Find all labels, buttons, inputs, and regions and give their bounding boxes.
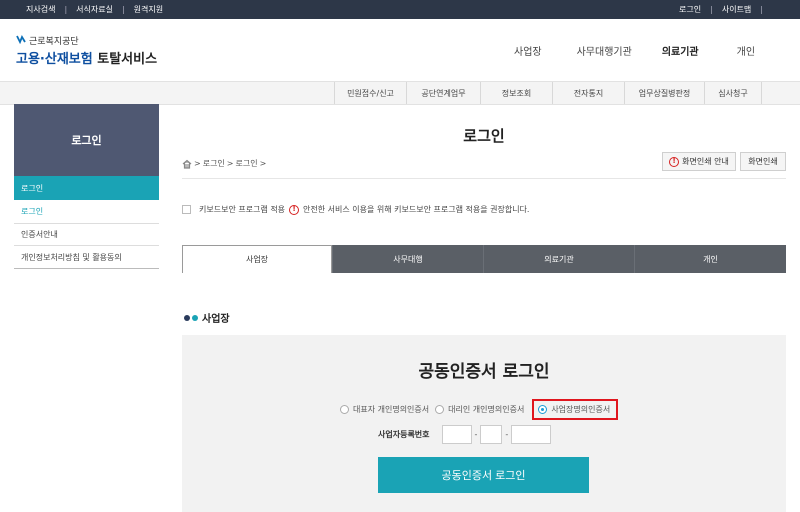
logo-service-part1: 고용·산재보험 xyxy=(16,52,93,67)
utility-link-remote-support[interactable]: 원격지원 xyxy=(134,4,163,15)
radio-icon[interactable] xyxy=(435,405,445,414)
print-button[interactable]: 화면인쇄 xyxy=(740,152,786,171)
warning-circle-icon: ! xyxy=(289,204,300,215)
sub-nav-linked-work[interactable]: 공단연계업무 xyxy=(406,82,480,104)
biz-number-row: 사업자등록번호 - - xyxy=(378,425,552,444)
logo-service-name: 고용·산재보험 토탈서비스 xyxy=(16,48,157,67)
biz-number-dash: - xyxy=(474,430,478,439)
section-title: 사업장 xyxy=(184,310,230,325)
separator: | xyxy=(760,5,763,14)
bullet-dots-icon xyxy=(184,314,198,321)
divider xyxy=(182,178,786,179)
logo-service-part2: 토탈서비스 xyxy=(97,52,158,67)
keyboard-security-row: 키보드보안 프로그램 적용 ! 안전한 서비스 이용을 위해 키보드보안 프로그… xyxy=(182,204,529,215)
breadcrumb-sep: > xyxy=(259,159,267,168)
biz-number-input-2[interactable] xyxy=(480,425,503,444)
cert-option-label: 대리인 개인명의인증서 xyxy=(448,405,525,414)
tab-business[interactable]: 사업장 xyxy=(182,245,332,273)
utility-link-forms[interactable]: 서식자료실 xyxy=(76,4,113,15)
utility-link-sitemap[interactable]: 사이트맵 xyxy=(722,4,751,15)
utility-bar: 지사검색 | 서식자료실 | 원격지원 로그인 | 사이트맵 | xyxy=(0,0,800,19)
sub-nav-civil-petition[interactable]: 민원접수/신고 xyxy=(334,82,406,104)
keyboard-security-label[interactable]: 키보드보안 프로그램 적용 xyxy=(199,204,285,215)
utility-links-right: 로그인 | 사이트맵 | xyxy=(679,0,772,19)
print-guide-label: 화면인쇄 안내 xyxy=(682,157,729,166)
print-guide-button[interactable]: ! 화면인쇄 안내 xyxy=(662,152,736,171)
cert-type-options: 대표자 개인명의인증서 대리인 개인명의인증서 사업장명의인증서 xyxy=(340,399,624,420)
breadcrumb: > 로그인 > 로그인 > xyxy=(182,158,266,169)
main-nav: 사업장 사무대행기관 의료기관 개인 xyxy=(480,19,755,81)
logo-org-row: 근로복지공단 xyxy=(16,34,157,47)
breadcrumb-item[interactable]: 로그인 xyxy=(236,158,258,169)
tab-medical[interactable]: 의료기관 xyxy=(483,245,634,273)
sub-nav-disease-judgment[interactable]: 업무상질병판정 xyxy=(624,82,704,104)
cert-option-label: 대표자 개인명의인증서 xyxy=(353,405,430,414)
sidebar-section-login[interactable]: 로그인 xyxy=(14,176,159,200)
biz-number-dash: - xyxy=(505,430,509,439)
keyboard-security-checkbox[interactable] xyxy=(182,205,191,214)
cert-option-label: 사업장명의인증서 xyxy=(551,405,611,414)
sub-nav-e-notice[interactable]: 전자통지 xyxy=(552,82,624,104)
cert-login-button[interactable]: 공동인증서 로그인 xyxy=(378,457,589,493)
separator: | xyxy=(64,5,68,14)
main-nav-business[interactable]: 사업장 xyxy=(514,43,542,58)
radio-selected-icon[interactable] xyxy=(538,405,548,414)
utility-link-branch-search[interactable]: 지사검색 xyxy=(26,4,55,15)
cert-login-panel: 공동인증서 로그인 대표자 개인명의인증서 대리인 개인명의인증서 사업장명의인… xyxy=(182,335,786,512)
logo-org-name: 근로복지공단 xyxy=(29,37,79,47)
main-nav-agency[interactable]: 사무대행기관 xyxy=(577,43,632,58)
sub-nav-info-lookup[interactable]: 정보조회 xyxy=(480,82,552,104)
breadcrumb-sep: > xyxy=(226,159,234,168)
sidebar-item-privacy-policy[interactable]: 개인정보처리방침 및 활용동의 xyxy=(14,246,159,269)
biz-number-input-3[interactable] xyxy=(511,425,552,444)
sidebar-item-login[interactable]: 로그인 xyxy=(14,200,159,223)
cert-option-agent[interactable]: 대리인 개인명의인증서 xyxy=(435,404,524,415)
sub-nav-review-request[interactable]: 심사청구 xyxy=(704,82,762,104)
biz-number-label: 사업자등록번호 xyxy=(378,430,430,439)
breadcrumb-item[interactable]: 로그인 xyxy=(203,158,225,169)
page-title: 로그인 xyxy=(463,127,505,145)
cert-option-business[interactable]: 사업장명의인증서 xyxy=(532,399,619,420)
biz-number-input-1[interactable] xyxy=(441,425,472,444)
section-title-text: 사업장 xyxy=(202,314,230,325)
cert-login-title: 공동인증서 로그인 xyxy=(418,362,550,382)
sub-nav: 민원접수/신고 공단연계업무 정보조회 전자통지 업무상질병판정 심사청구 xyxy=(0,81,800,105)
tab-personal[interactable]: 개인 xyxy=(634,245,786,273)
warning-circle-icon: ! xyxy=(669,156,680,167)
home-icon[interactable] xyxy=(182,159,192,169)
separator: | xyxy=(121,5,125,14)
main-nav-medical[interactable]: 의료기관 xyxy=(662,43,699,58)
main-nav-personal[interactable]: 개인 xyxy=(737,43,755,58)
keyboard-security-notice: 안전한 서비스 이용을 위해 키보드보안 프로그램 적용을 권장합니다. xyxy=(303,205,530,214)
site-header: 근로복지공단 고용·산재보험 토탈서비스 사업장 사무대행기관 의료기관 개인 xyxy=(0,19,800,81)
utility-link-login[interactable]: 로그인 xyxy=(679,4,701,15)
sidebar-item-cert-guide[interactable]: 인증서안내 xyxy=(14,223,159,246)
comwel-logo-icon xyxy=(16,34,26,47)
site-logo[interactable]: 근로복지공단 고용·산재보험 토탈서비스 xyxy=(16,34,157,67)
tab-agency[interactable]: 사무대행 xyxy=(332,245,483,273)
radio-icon[interactable] xyxy=(340,405,349,414)
member-type-tabs: 사업장 사무대행 의료기관 개인 xyxy=(182,245,786,273)
utility-links-left: 지사검색 | 서식자료실 | 원격지원 xyxy=(26,0,163,19)
sidebar-title: 로그인 xyxy=(14,104,159,176)
separator: | xyxy=(710,5,713,14)
cert-option-representative[interactable]: 대표자 개인명의인증서 xyxy=(340,404,429,415)
breadcrumb-sep: > xyxy=(194,159,201,168)
sub-nav-items: 민원접수/신고 공단연계업무 정보조회 전자통지 업무상질병판정 심사청구 xyxy=(334,82,762,104)
